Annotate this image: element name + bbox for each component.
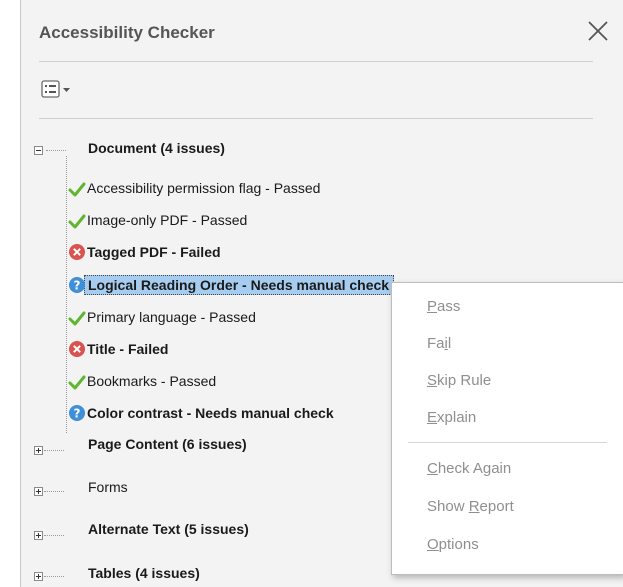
- question-icon: ?: [68, 276, 86, 294]
- tree-connector: [44, 491, 64, 492]
- menu-item-check-again[interactable]: Check Again: [427, 460, 511, 477]
- menu-item-show-report[interactable]: Show Report: [427, 498, 514, 515]
- svg-text:?: ?: [74, 407, 81, 421]
- issue-item-bookmarks[interactable]: Bookmarks - Passed: [68, 370, 220, 392]
- menu-item-options[interactable]: Options: [427, 536, 479, 553]
- menu-separator: [408, 442, 607, 443]
- category-tables[interactable]: Tables (4 issues): [88, 562, 200, 584]
- checkmark-icon: [68, 212, 86, 230]
- issue-item-accessibility-permission[interactable]: Accessibility permission flag - Passed: [68, 177, 324, 199]
- error-x-icon: [68, 243, 86, 261]
- issue-item-logical-reading-order[interactable]: ? Logical Reading Order - Needs manual c…: [69, 274, 395, 296]
- category-alternate-text[interactable]: Alternate Text (5 issues): [88, 518, 249, 540]
- menu-item-fail[interactable]: Fail: [427, 335, 451, 352]
- options-menu-button[interactable]: [41, 79, 83, 101]
- options-list-icon: [41, 80, 70, 98]
- error-x-icon: [68, 340, 86, 358]
- svg-text:?: ?: [74, 279, 81, 293]
- tree-branch-line: [66, 156, 67, 433]
- menu-item-pass[interactable]: Pass: [427, 298, 460, 315]
- expand-toggle-alternate-text[interactable]: [34, 531, 43, 540]
- menu-item-explain[interactable]: Explain: [427, 409, 476, 426]
- title-divider: [39, 61, 593, 62]
- tree-connector: [46, 150, 66, 151]
- issue-item-color-contrast[interactable]: ? Color contrast - Needs manual check: [69, 402, 338, 424]
- issue-item-image-only-pdf[interactable]: Image-only PDF - Passed: [68, 209, 251, 231]
- category-document[interactable]: Document (4 issues): [88, 137, 225, 159]
- expand-toggle-page-content[interactable]: [34, 446, 43, 455]
- tree-connector: [44, 535, 64, 536]
- expand-toggle-tables[interactable]: [34, 572, 43, 581]
- toolbar-divider: [39, 118, 593, 119]
- tree-connector: [44, 576, 64, 577]
- category-page-content[interactable]: Page Content (6 issues): [88, 433, 247, 455]
- checkmark-icon: [68, 180, 86, 198]
- issue-item-title[interactable]: Title - Failed: [69, 338, 172, 360]
- collapse-toggle-document[interactable]: [34, 146, 43, 155]
- category-forms[interactable]: Forms: [88, 476, 128, 498]
- issue-item-tagged-pdf[interactable]: Tagged PDF - Failed: [69, 241, 225, 263]
- issue-item-primary-language[interactable]: Primary language - Passed: [68, 306, 260, 328]
- close-icon[interactable]: [585, 18, 611, 44]
- tree-connector: [44, 450, 64, 451]
- checkmark-icon: [68, 373, 86, 391]
- expand-toggle-forms[interactable]: [34, 487, 43, 496]
- question-icon: ?: [68, 404, 86, 422]
- context-menu: Pass Fail Skip Rule Explain Check Again …: [391, 282, 623, 575]
- menu-item-skip-rule[interactable]: Skip Rule: [427, 372, 491, 389]
- panel-title: Accessibility Checker: [39, 23, 215, 42]
- checkmark-icon: [68, 309, 86, 327]
